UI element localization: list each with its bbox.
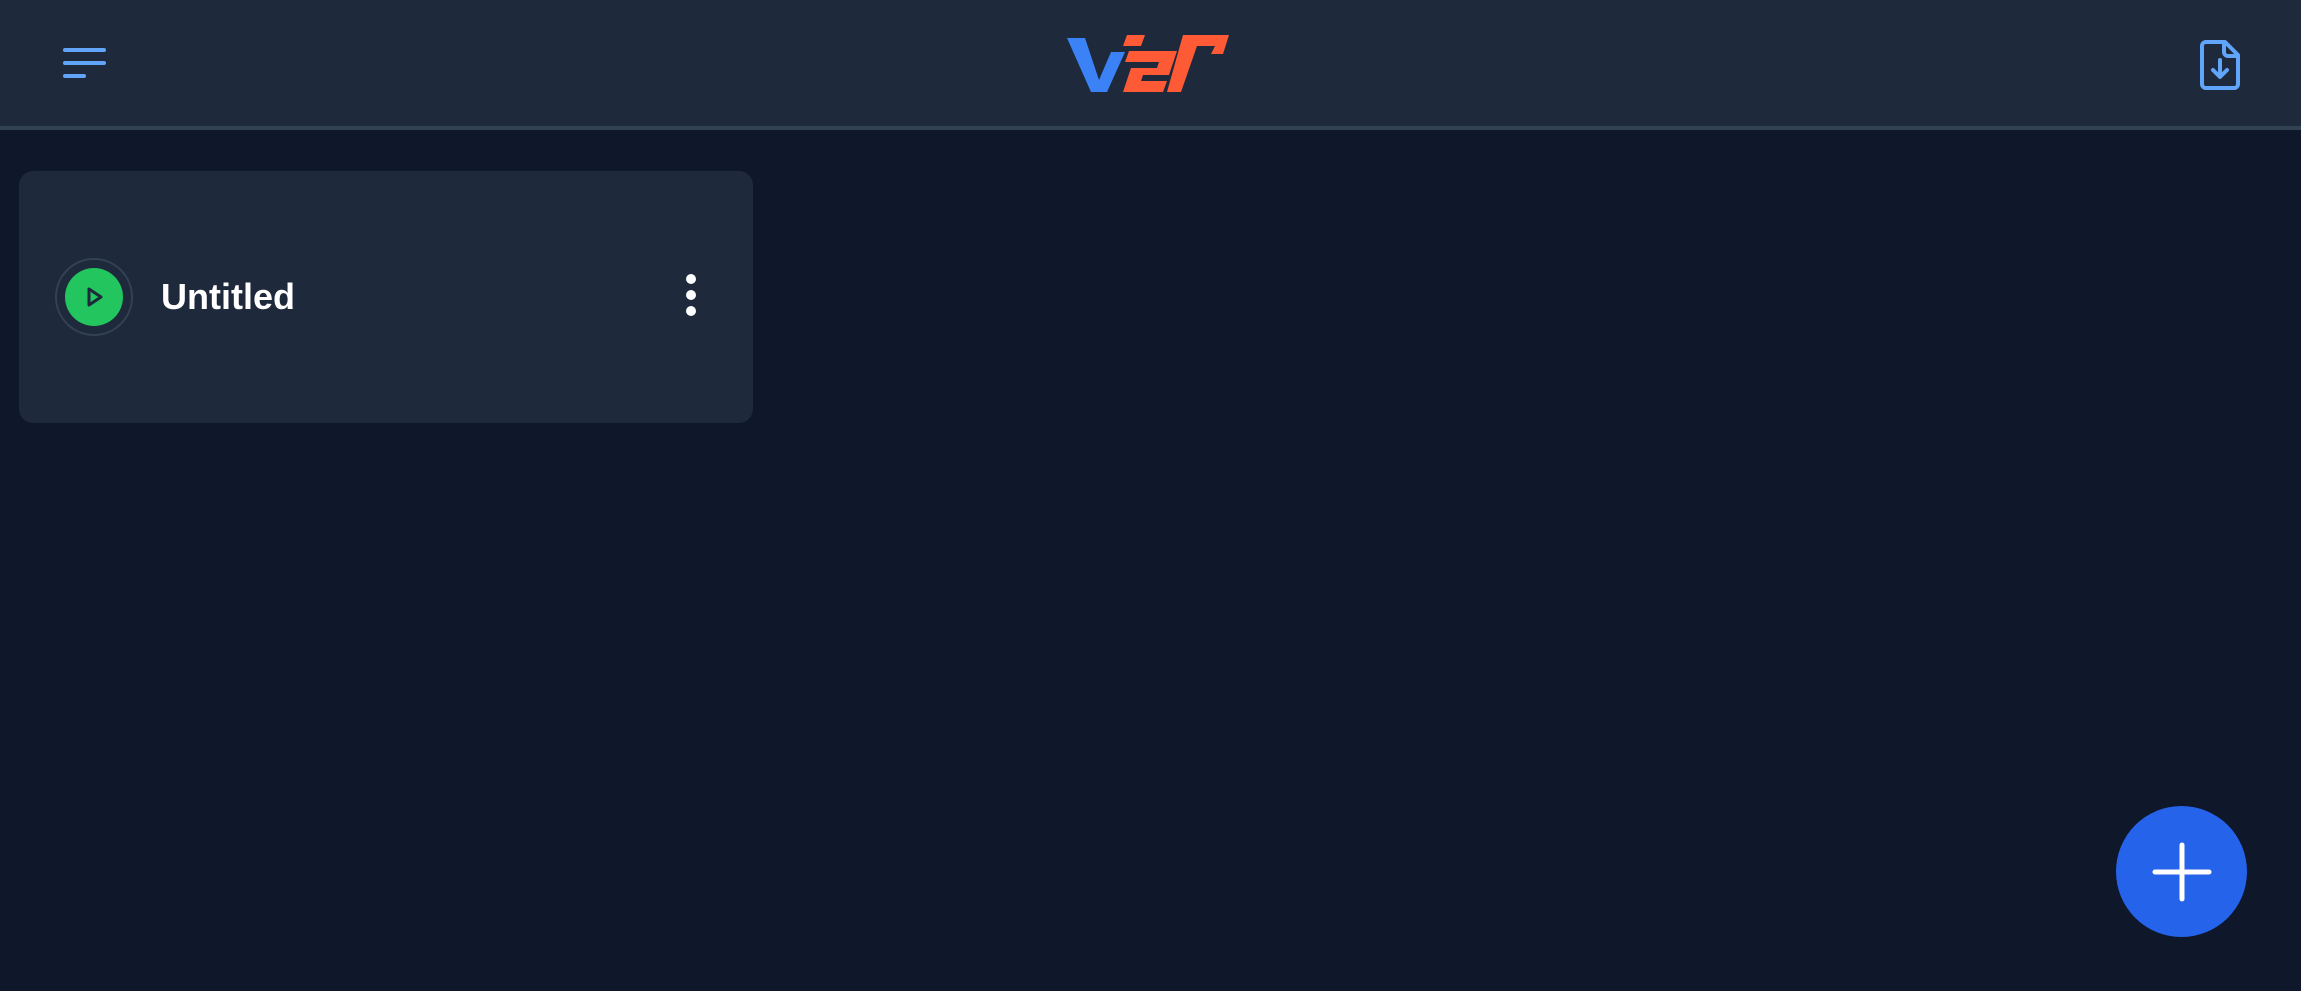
project-card[interactable]: Untitled [19, 171, 753, 423]
hamburger-menu-icon [63, 48, 106, 78]
play-status-circle [65, 268, 123, 326]
app-logo [1065, 30, 1230, 100]
play-icon [87, 287, 103, 307]
project-more-button[interactable] [649, 259, 733, 331]
top-app-bar [0, 0, 2301, 130]
project-title: Untitled [161, 276, 295, 317]
add-project-button[interactable] [2116, 806, 2247, 937]
play-button[interactable] [55, 258, 133, 336]
import-file-button[interactable] [2180, 30, 2260, 100]
logo-mark [1067, 35, 1229, 92]
file-download-icon [2200, 40, 2240, 90]
more-vertical-icon [686, 274, 696, 316]
plus-icon [2152, 842, 2211, 901]
menu-button[interactable] [40, 30, 130, 100]
app-root: Untitled [0, 0, 2301, 991]
